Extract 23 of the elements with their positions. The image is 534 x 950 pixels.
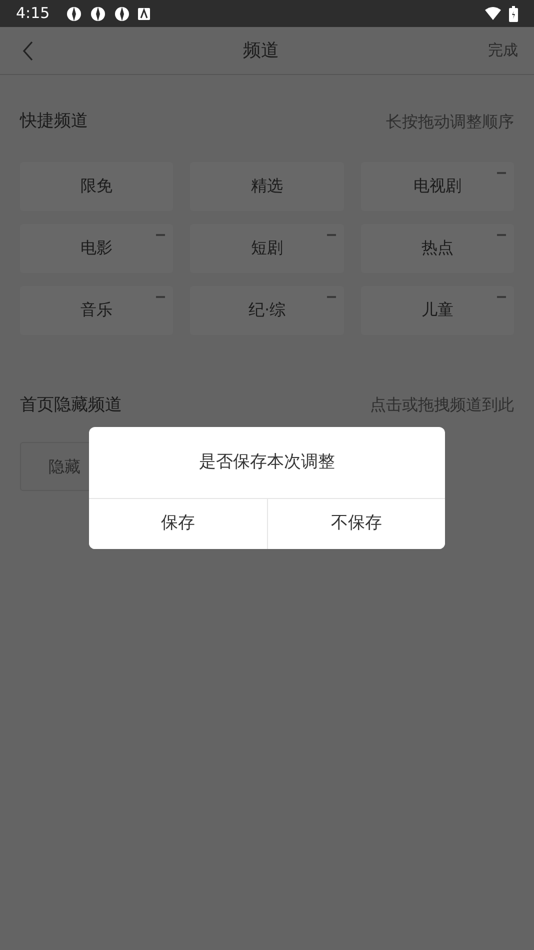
back-icon[interactable] [22, 40, 34, 60]
dialog-message: 是否保存本次调整 [199, 450, 335, 474]
section-title: 首页隐藏频道 [20, 394, 122, 416]
done-button[interactable]: 完成 [488, 39, 518, 62]
section-title: 快捷频道 [20, 110, 88, 133]
discard-button[interactable]: 不保存 [266, 499, 445, 549]
channel-tile[interactable]: 热点 [360, 224, 514, 272]
wifi-icon [485, 7, 501, 20]
channel-tile[interactable]: 儿童 [360, 286, 514, 334]
channel-tile[interactable]: 音乐 [20, 286, 174, 334]
aperture-icon [114, 6, 130, 22]
channel-tile[interactable]: 限免 [20, 162, 174, 210]
battery-icon [509, 6, 518, 22]
channel-tile[interactable]: 短剧 [190, 224, 344, 272]
aperture-icon [66, 6, 82, 22]
keyboard-icon [138, 8, 150, 20]
status-time: 4:15 [16, 3, 50, 24]
page-title: 频道 [243, 39, 279, 63]
channel-tile[interactable]: 电影 [20, 224, 174, 272]
channel-tile[interactable]: 精选 [190, 162, 344, 210]
channel-tile[interactable]: 纪·综 [190, 286, 344, 334]
aperture-icon [90, 6, 106, 22]
channel-tile[interactable]: 电视剧 [360, 162, 514, 210]
